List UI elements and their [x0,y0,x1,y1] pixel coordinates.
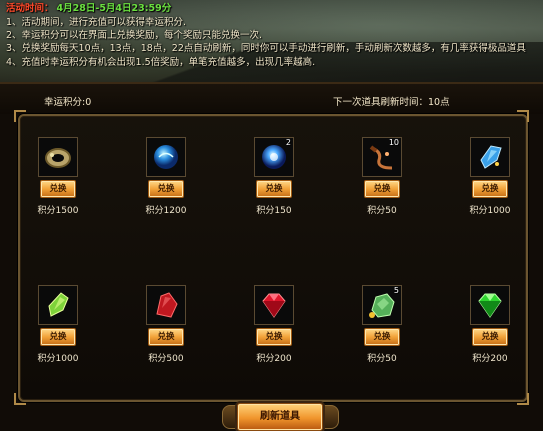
exchange-button[interactable]: 兑换 [364,328,400,346]
exchange-item: 兑换 积分1000 [455,137,525,216]
blue-crystal-ball-icon[interactable]: 2 [254,137,294,177]
panel-corner [517,393,529,405]
points-cost: 积分200 [256,354,292,364]
exchange-item: 兑换 积分1000 [23,285,93,364]
points-cost: 积分1000 [469,206,511,216]
points-cost: 积分200 [472,354,508,364]
exchange-button[interactable]: 兑换 [256,180,292,198]
exchange-item: 兑换 积分500 [131,285,201,364]
points-cost: 积分150 [256,206,292,216]
exchange-button[interactable]: 兑换 [472,180,508,198]
exchange-button[interactable]: 兑换 [40,328,76,346]
exchange-button[interactable]: 兑换 [256,328,292,346]
activity-tag: 活动时间： [6,3,54,14]
exchange-item: 10 兑换 积分50 [347,137,417,216]
points-cost: 积分1000 [37,354,79,364]
blue-shard-icon[interactable] [470,137,510,177]
refresh-items-button[interactable]: 刷新道具 [237,403,323,431]
whip-icon[interactable]: 10 [362,137,402,177]
emerald-icon[interactable] [470,285,510,325]
exchange-item: 兑换 积分1500 [23,137,93,216]
activity-rule-1: 1、活动期间，进行充值可以获得幸运积分. [6,17,187,28]
blue-orb-icon[interactable] [146,137,186,177]
exchange-button[interactable]: 兑换 [148,180,184,198]
panel-corner [14,110,26,122]
points-cost: 积分1200 [145,206,187,216]
ruby-icon[interactable] [254,285,294,325]
activity-date: 4月28日-5月4日23:59分 [56,3,172,14]
exchange-item: 2 兑换 积分150 [239,137,309,216]
exchange-item: 5 兑换 积分50 [347,285,417,364]
activity-rule-2: 2、幸运积分可以在界面上兑换奖励，每个奖励只能兑换一次. [6,30,263,41]
exchange-item: 兑换 积分1200 [131,137,201,216]
quantity-label: 10 [388,138,399,147]
exchange-button[interactable]: 兑换 [472,328,508,346]
quantity-label: 2 [285,138,291,147]
activity-rule-3: 3、兑换奖励每天10点，13点，18点，22点自动刷新，同时你可以手动进行刷新，… [6,43,526,54]
jade-ore-icon[interactable]: 5 [362,285,402,325]
exchange-button[interactable]: 兑换 [364,180,400,198]
activity-rule-4: 4、充值时幸运积分有机会出现1.5倍奖励，单笔充值越多，出现几率越高. [6,57,316,68]
points-cost: 积分500 [148,354,184,364]
red-shard-icon[interactable] [146,285,186,325]
exchange-item: 兑换 积分200 [239,285,309,364]
panel-corner [14,393,26,405]
points-cost: 积分50 [367,354,397,364]
next-refresh-time: 下一次道具刷新时间：10点 [333,97,450,108]
panel-corner [517,110,529,122]
quantity-label: 5 [393,286,399,295]
exchange-button[interactable]: 兑换 [40,180,76,198]
activity-banner: 活动时间： 4月28日-5月4日23:59分 1、活动期间，进行充值可以获得幸运… [0,0,543,84]
exchange-button[interactable]: 兑换 [148,328,184,346]
jade-bracelet-icon[interactable] [38,137,78,177]
lucky-points: 幸运积分:0 [44,97,92,108]
green-crystal-icon[interactable] [38,285,78,325]
activity-time-line: 活动时间： 4月28日-5月4日23:59分 [6,3,171,15]
exchange-item: 兑换 积分200 [455,285,525,364]
points-cost: 积分50 [367,206,397,216]
points-cost: 积分1500 [37,206,79,216]
